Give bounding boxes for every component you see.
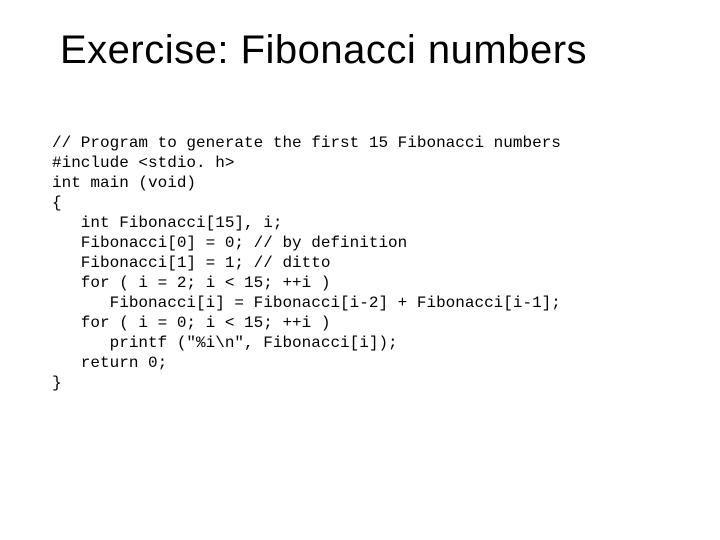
code-line: // Program to generate the first 15 Fibo… bbox=[52, 134, 561, 152]
code-line: Fibonacci[i] = Fibonacci[i-2] + Fibonacc… bbox=[52, 294, 561, 312]
code-line: { bbox=[52, 194, 62, 212]
code-line: for ( i = 2; i < 15; ++i ) bbox=[52, 274, 330, 292]
code-line: for ( i = 0; i < 15; ++i ) bbox=[52, 314, 330, 332]
code-line: return 0; bbox=[52, 354, 167, 372]
slide-title: Exercise: Fibonacci numbers bbox=[0, 0, 720, 73]
code-line: printf ("%i\n", Fibonacci[i]); bbox=[52, 334, 398, 352]
code-line: Fibonacci[1] = 1; // ditto bbox=[52, 254, 330, 272]
slide: Exercise: Fibonacci numbers // Program t… bbox=[0, 0, 720, 540]
code-line: int Fibonacci[15], i; bbox=[52, 214, 282, 232]
code-line: } bbox=[52, 374, 62, 392]
code-block: // Program to generate the first 15 Fibo… bbox=[0, 73, 720, 413]
code-line: int main (void) bbox=[52, 174, 196, 192]
code-line: #include <stdio. h> bbox=[52, 154, 234, 172]
code-line: Fibonacci[0] = 0; // by definition bbox=[52, 234, 407, 252]
